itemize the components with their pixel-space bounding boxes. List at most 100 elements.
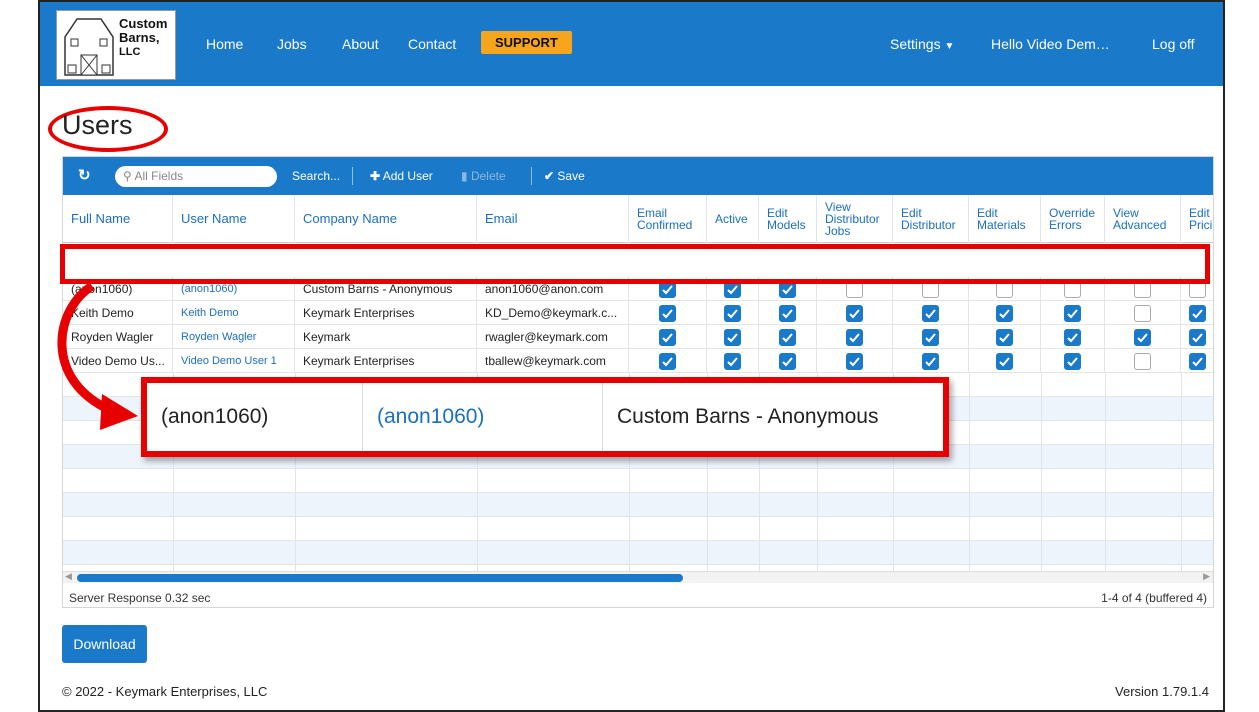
col-edit-distributor[interactable]: Edit Distributor (893, 195, 969, 243)
nav-about[interactable]: About (342, 36, 379, 52)
cell-company: Keymark Enterprises (295, 301, 477, 325)
save-label: Save (557, 169, 585, 183)
col-email-confirmed[interactable]: Email Confirmed (629, 195, 707, 243)
checkbox-checked[interactable] (1064, 304, 1081, 322)
add-user-button[interactable]: ✚ Add User (370, 169, 433, 183)
col-view-distributor-jobs[interactable]: View Distributor Jobs (817, 195, 893, 243)
checkbox-checked[interactable] (846, 328, 863, 346)
col-edit-models[interactable]: Edit Models (759, 195, 817, 243)
paging-info: 1-4 of 4 (buffered 4) (1101, 591, 1207, 605)
checkbox-checked[interactable] (922, 304, 939, 322)
save-button[interactable]: ✔ Save (544, 169, 585, 183)
checkbox-unchecked[interactable] (1134, 352, 1151, 370)
add-user-label: Add User (382, 169, 433, 183)
toolbar-divider (531, 167, 532, 185)
checkbox-checked[interactable] (996, 304, 1013, 322)
zoom-full-name: (anon1060) (147, 383, 363, 451)
nav-contact[interactable]: Contact (408, 36, 456, 52)
checkbox-checked[interactable] (1064, 328, 1081, 346)
zoom-company: Custom Barns - Anonymous (617, 405, 879, 428)
checkbox-checked[interactable] (724, 352, 741, 370)
cell-company: Keymark (295, 325, 477, 349)
flag-cell (1105, 301, 1181, 325)
navbar: Custom Barns, LLC Home Jobs About Contac… (40, 2, 1223, 86)
caret-down-icon: ▼ (944, 41, 955, 52)
table-row[interactable]: Royden Wagler Royden Wagler Keymark rwagler… (63, 325, 1213, 349)
version: Version 1.79.1.4 (1115, 684, 1209, 699)
cell-user-name[interactable]: Keith Demo (173, 301, 295, 325)
grid-footer: Server Response 0.32 sec 1-4 of 4 (buffe… (63, 584, 1213, 607)
server-response: Server Response 0.32 sec (69, 591, 211, 605)
col-full-name[interactable]: Full Name (63, 195, 173, 243)
checkbox-checked[interactable] (659, 352, 676, 370)
checkbox-checked[interactable] (659, 328, 676, 346)
checkbox-checked[interactable] (659, 304, 676, 322)
flag-cell (707, 349, 759, 373)
flag-cell (969, 349, 1041, 373)
checkbox-checked[interactable] (1189, 304, 1206, 322)
cell-user-name[interactable]: Royden Wagler (173, 325, 295, 349)
page-title: Users (62, 110, 133, 140)
scroll-left-icon[interactable]: ◀ (65, 571, 72, 582)
checkbox-checked[interactable] (922, 352, 939, 370)
checkbox-checked[interactable] (846, 352, 863, 370)
checkbox-checked[interactable] (1134, 328, 1151, 346)
col-view-advanced[interactable]: View Advanced (1105, 195, 1181, 243)
flag-cell (969, 301, 1041, 325)
flag-cell (759, 301, 817, 325)
table-row[interactable]: Video Demo Us... Video Demo User 1 Keymark… (63, 349, 1213, 373)
flag-cell (759, 349, 817, 373)
checkbox-checked[interactable] (996, 328, 1013, 346)
nav-settings[interactable]: Settings ▼ (890, 36, 954, 52)
cell-user-name[interactable]: Video Demo User 1 (173, 349, 295, 373)
col-active[interactable]: Active (707, 195, 759, 243)
flag-cell (1181, 301, 1213, 325)
checkbox-checked[interactable] (922, 328, 939, 346)
flag-cell (707, 325, 759, 349)
col-edit-pricing[interactable]: Edit Prici (1181, 195, 1213, 243)
download-button[interactable]: Download (62, 625, 147, 663)
col-company-name[interactable]: Company Name (295, 195, 477, 243)
scroll-thumb[interactable] (77, 574, 683, 582)
nav-jobs[interactable]: Jobs (277, 36, 307, 52)
col-user-name[interactable]: User Name (173, 195, 295, 243)
search-button[interactable]: Search... (292, 169, 340, 183)
checkbox-checked[interactable] (779, 304, 796, 322)
checkbox-checked[interactable] (1189, 352, 1206, 370)
search-placeholder: All Fields (134, 169, 184, 183)
app-frame: Custom Barns, LLC Home Jobs About Contac… (38, 0, 1225, 712)
flag-cell (1105, 349, 1181, 373)
horizontal-scrollbar[interactable]: ◀ ▶ (63, 571, 1213, 583)
search-input[interactable]: ⚲ All Fields (115, 166, 277, 187)
flag-cell (817, 325, 893, 349)
delete-button[interactable]: ▮ Delete (461, 169, 506, 183)
flag-cell (629, 325, 707, 349)
table-row[interactable]: Keith Demo Keith Demo Keymark Enterprises K… (63, 301, 1213, 325)
checkbox-checked[interactable] (1064, 352, 1081, 370)
scroll-right-icon[interactable]: ▶ (1203, 571, 1210, 582)
brand-line-2: Barns, (119, 30, 160, 45)
checkbox-checked[interactable] (724, 328, 741, 346)
nav-hello-user[interactable]: Hello Video Dem… (991, 36, 1110, 52)
nav-support-button[interactable]: SUPPORT (481, 31, 572, 54)
checkbox-checked[interactable] (779, 352, 796, 370)
refresh-icon[interactable]: ↻ (78, 166, 91, 184)
settings-label: Settings (890, 36, 941, 52)
col-override-errors[interactable]: Override Errors (1041, 195, 1105, 243)
brand-logo[interactable]: Custom Barns, LLC (56, 10, 176, 80)
col-edit-materials[interactable]: Edit Materials (969, 195, 1041, 243)
flag-cell (1041, 349, 1105, 373)
checkbox-checked[interactable] (724, 304, 741, 322)
checkbox-checked[interactable] (996, 352, 1013, 370)
checkbox-unchecked[interactable] (1134, 304, 1151, 322)
checkbox-checked[interactable] (846, 304, 863, 322)
flag-cell (969, 325, 1041, 349)
flag-cell (893, 301, 969, 325)
cell-email: tballew@keymark.com (477, 349, 629, 373)
checkbox-checked[interactable] (1189, 328, 1206, 346)
flag-cell (1041, 301, 1105, 325)
nav-home[interactable]: Home (206, 36, 243, 52)
col-email[interactable]: Email (477, 195, 629, 243)
nav-logoff[interactable]: Log off (1152, 36, 1195, 52)
checkbox-checked[interactable] (779, 328, 796, 346)
